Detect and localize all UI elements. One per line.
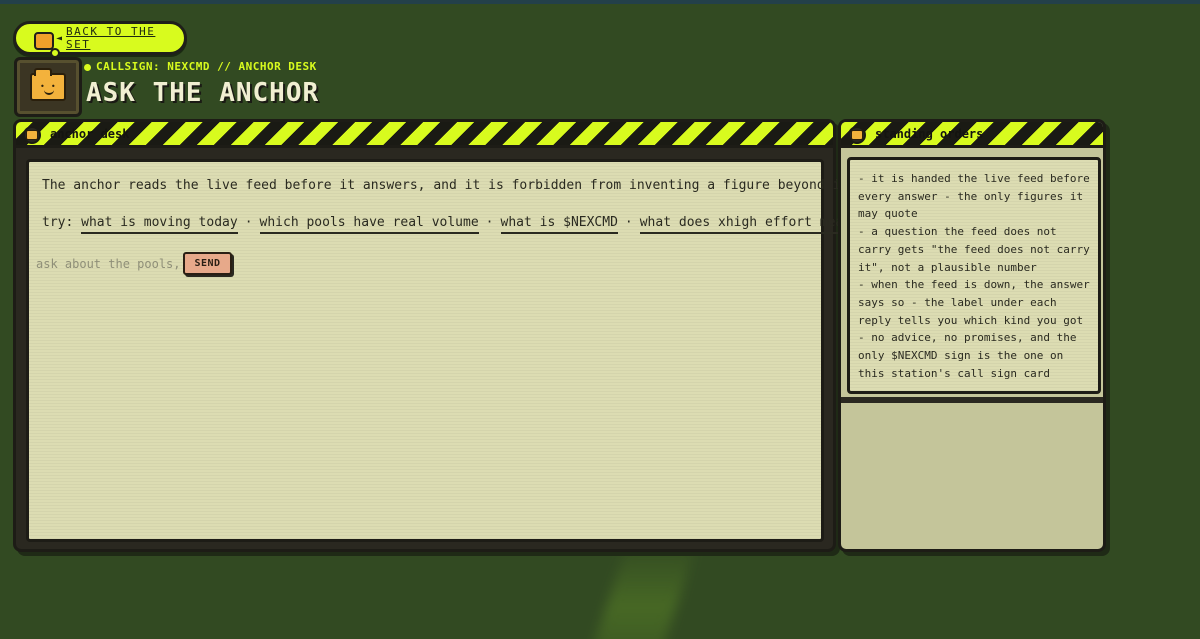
standing-orders-panel: standing orders - it is handed the live … (838, 119, 1106, 552)
back-to-set-label: BACK TO THE SET (66, 25, 156, 51)
order-item: - when the feed is down, the answer says… (858, 278, 1090, 327)
send-button[interactable]: SEND (183, 252, 232, 275)
background-glow (592, 540, 698, 639)
order-item: - no advice, no promises, and the only $… (858, 331, 1077, 380)
suggestion-link[interactable]: what does xhigh effort mean (639, 215, 852, 234)
panel-label: anchor desk (50, 127, 130, 141)
panel-label: standing orders (875, 127, 984, 141)
separator: · (624, 215, 633, 230)
anchor-desk-panel: anchor desk The anchor reads the live fe… (13, 119, 856, 552)
page-title: ASK THE ANCHOR (86, 78, 320, 108)
separator: · (244, 215, 253, 230)
callsign-text: CALLSIGN: NEXCMD // ANCHOR DESK (96, 60, 317, 73)
folder-face-icon (34, 32, 60, 58)
separator: · (485, 215, 494, 230)
orders-list: - it is handed the live feed before ever… (858, 170, 1094, 382)
suggestions-row: try: what is moving today · which pools ha… (42, 215, 852, 234)
station-avatar: •• (14, 57, 82, 117)
orders-screen: - it is handed the live feed before ever… (847, 157, 1101, 394)
top-strip (0, 0, 1200, 4)
suggestion-link[interactable]: what is $NEXCMD (500, 215, 618, 234)
hazard-stripe-header: anchor desk (16, 122, 833, 148)
panel-badge-icon (848, 126, 866, 144)
chat-screen: The anchor reads the live feed before it… (26, 159, 856, 542)
live-dot-icon (84, 63, 91, 71)
back-arrow-icon: ◄ (56, 32, 63, 44)
ask-input[interactable] (36, 254, 178, 274)
order-item: - it is handed the live feed before ever… (858, 172, 1090, 221)
callsign-line: CALLSIGN: NEXCMD // ANCHOR DESK (84, 60, 317, 73)
order-item: - a question the feed does not carry get… (858, 225, 1090, 274)
try-label: try: (42, 215, 74, 230)
back-to-set-button[interactable]: ◄ BACK TO THE SET (13, 21, 187, 58)
divider (841, 397, 1103, 403)
intro-text: The anchor reads the live feed before it… (42, 178, 856, 193)
folder-face-icon: •• (30, 68, 66, 101)
suggestion-link[interactable]: what is moving today (81, 215, 238, 234)
suggestion-link[interactable]: which pools have real volume (259, 215, 479, 234)
panel-badge-icon (23, 126, 41, 144)
hazard-stripe-header: standing orders (841, 122, 1103, 148)
